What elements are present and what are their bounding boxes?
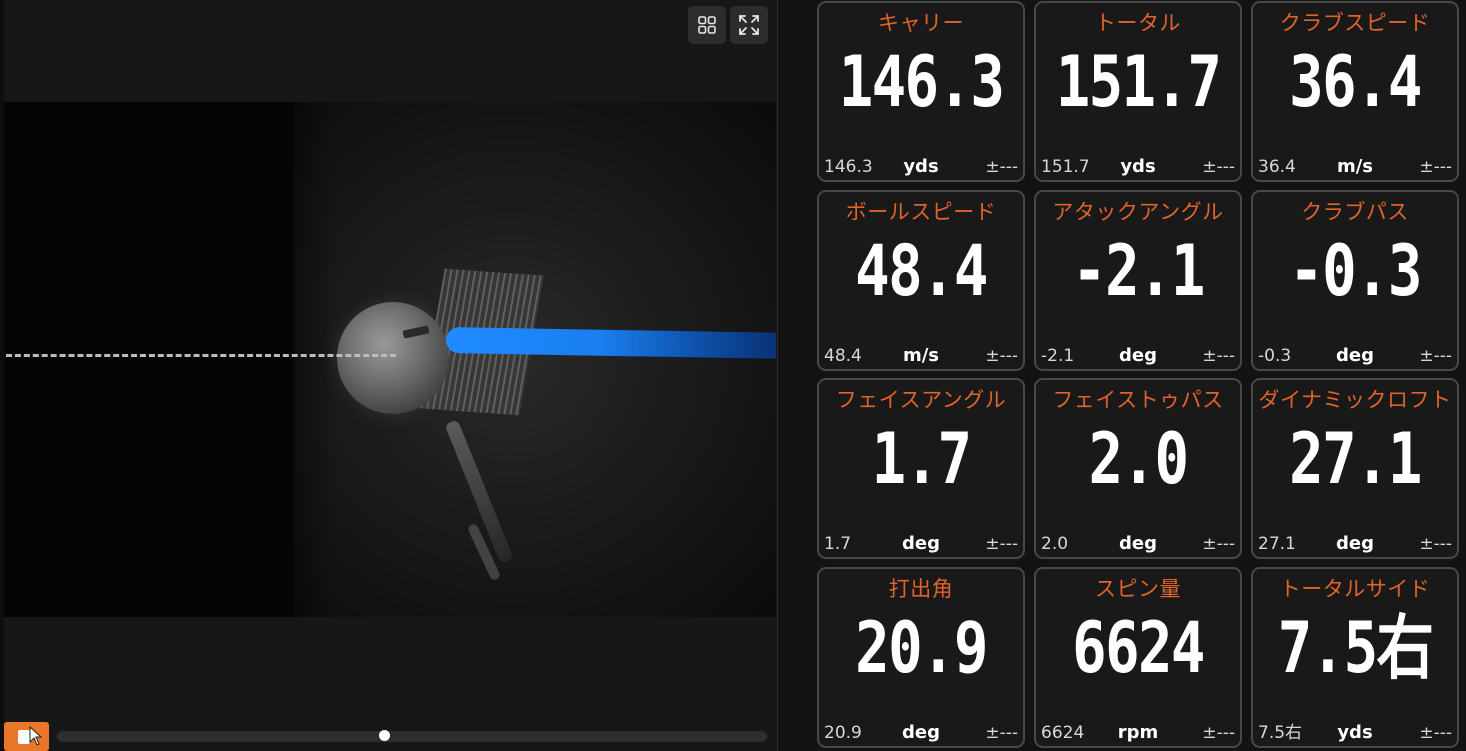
metric-tolerance: ±--- — [1419, 346, 1452, 366]
metric-card-ball-speed[interactable]: ボールスピード 48.4 48.4 m/s ±--- — [817, 190, 1025, 371]
metric-label: ボールスピード — [845, 200, 997, 224]
metric-card-launch-angle[interactable]: 打出角 20.9 20.9 deg ±--- — [817, 567, 1025, 748]
metric-tolerance: ±--- — [985, 346, 1018, 366]
metric-label: スピン量 — [1095, 577, 1181, 601]
metric-label: クラブパス — [1301, 200, 1409, 224]
metric-label: トータルサイド — [1279, 577, 1431, 601]
metric-value: 6624 — [1072, 607, 1205, 689]
metric-tolerance: ±--- — [1202, 534, 1235, 554]
metric-tolerance: ±--- — [1202, 346, 1235, 366]
metric-tolerance: ±--- — [985, 157, 1018, 177]
metric-label: ダイナミックロフト — [1258, 388, 1452, 412]
metric-tolerance: ±--- — [1202, 157, 1235, 177]
metric-value: -2.1 — [1072, 230, 1205, 312]
metrics-grid: キャリー 146.3 146.3 yds ±--- トータル 151.7 151… — [817, 1, 1463, 751]
metric-value: 20.9 — [855, 607, 988, 689]
target-line — [6, 354, 396, 357]
metric-card-face-to-path[interactable]: フェイストゥパス 2.0 2.0 deg ±--- — [1034, 378, 1242, 559]
metric-label: フェイストゥパス — [1052, 388, 1224, 412]
metric-card-club-path[interactable]: クラブパス -0.3 -0.3 deg ±--- — [1251, 190, 1459, 371]
metric-value: 7.5右 — [1277, 607, 1434, 689]
grid-icon — [698, 16, 716, 34]
metric-tolerance: ±--- — [1419, 534, 1452, 554]
metric-label: 打出角 — [888, 577, 954, 601]
metric-card-carry[interactable]: キャリー 146.3 146.3 yds ±--- — [817, 1, 1025, 182]
metric-tolerance: ±--- — [1202, 723, 1235, 743]
record-button[interactable] — [4, 722, 49, 751]
metric-label: トータル — [1095, 11, 1181, 35]
metric-label: キャリー — [878, 11, 964, 35]
metric-card-spin-rate[interactable]: スピン量 6624 6624 rpm ±--- — [1034, 567, 1242, 748]
metric-label: アタックアングル — [1052, 200, 1224, 224]
metric-label: フェイスアングル — [835, 388, 1007, 412]
grid-view-button[interactable] — [688, 6, 726, 44]
fullscreen-button[interactable] — [730, 6, 768, 44]
metric-tolerance: ±--- — [1419, 157, 1452, 177]
metric-tolerance: ±--- — [985, 534, 1018, 554]
metric-card-face-angle[interactable]: フェイスアングル 1.7 1.7 deg ±--- — [817, 378, 1025, 559]
metric-tolerance: ±--- — [1419, 723, 1452, 743]
metric-card-attack-angle[interactable]: アタックアングル -2.1 -2.1 deg ±--- — [1034, 190, 1242, 371]
metric-card-club-speed[interactable]: クラブスピード 36.4 36.4 m/s ±--- — [1251, 1, 1459, 182]
metric-value: 1.7 — [871, 418, 972, 500]
video-shadow — [254, 102, 334, 617]
metric-tolerance: ±--- — [985, 723, 1018, 743]
metric-value: 48.4 — [855, 230, 988, 312]
metric-card-total-side[interactable]: トータルサイド 7.5右 7.5右 yds ±--- — [1251, 567, 1459, 748]
playback-slider[interactable] — [57, 730, 767, 742]
ball-logo — [402, 325, 430, 339]
metric-value: -0.3 — [1289, 230, 1422, 312]
metric-card-total[interactable]: トータル 151.7 151.7 yds ±--- — [1034, 1, 1242, 182]
metric-value: 146.3 — [838, 41, 1005, 123]
metric-card-dynamic-loft[interactable]: ダイナミックロフト 27.1 27.1 deg ±--- — [1251, 378, 1459, 559]
golf-ball — [337, 302, 449, 414]
metric-value: 27.1 — [1289, 418, 1422, 500]
metric-label: クラブスピード — [1279, 11, 1431, 35]
video-panel — [0, 0, 778, 751]
metric-value: 2.0 — [1088, 418, 1189, 500]
metric-value: 36.4 — [1289, 41, 1422, 123]
playback-slider-knob[interactable] — [378, 730, 390, 741]
swing-video-frame[interactable] — [4, 102, 776, 617]
cursor-icon — [29, 726, 43, 746]
fullscreen-icon — [739, 15, 759, 35]
metric-value: 151.7 — [1055, 41, 1222, 123]
